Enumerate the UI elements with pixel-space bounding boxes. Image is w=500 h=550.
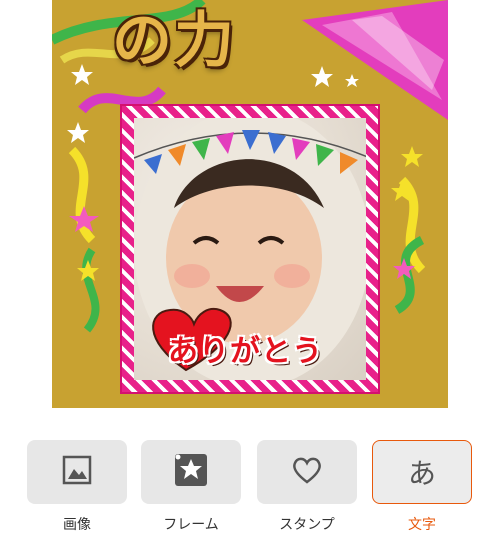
tool-stamp[interactable]: スタンプ [257,440,357,534]
image-label: 画像 [63,517,91,533]
bottom-toolbar: 画像 フレーム スタンプ あ 文字 [0,436,500,550]
heart-icon [291,455,323,489]
tool-text[interactable]: あ 文字 [372,440,472,534]
tool-image[interactable]: 画像 [27,440,127,534]
stamp-button[interactable] [257,440,357,504]
tool-frame[interactable]: フレーム [141,440,241,534]
text-button[interactable]: あ [372,440,472,504]
editor-canvas[interactable]: の力 ありがとう [52,0,448,408]
stamp-label: スタンプ [279,517,335,533]
image-button[interactable] [27,440,127,504]
frame-label: フレーム [163,517,219,533]
text-label: 文字 [408,517,436,533]
image-icon [62,455,92,489]
thank-you-sticker[interactable]: ありがとう [168,326,368,376]
text-icon: あ [407,457,436,490]
frame-icon [173,452,209,492]
frame-button[interactable] [141,440,241,504]
